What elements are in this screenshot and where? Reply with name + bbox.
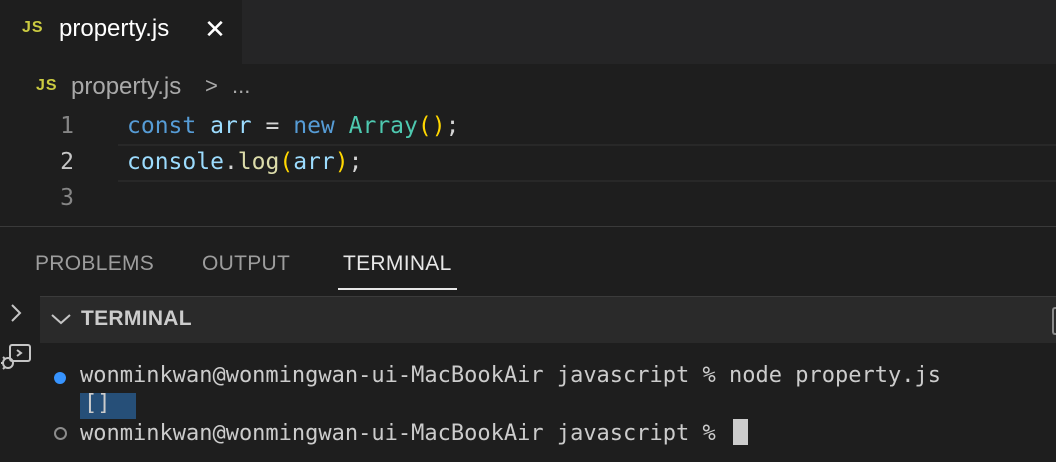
code-token: new [293,113,335,139]
code-token: ( [417,113,432,139]
code-token: const [127,113,197,139]
terminal-prompt-line[interactable]: wonminkwan@wonmingwan-ui-MacBookAir java… [80,419,749,446]
breadcrumb-more[interactable]: ... [232,73,250,99]
code-token: log [237,149,280,175]
terminal-section-header[interactable]: TERMINAL [40,296,1056,343]
code-token: ( [279,149,294,175]
code-token: = [265,113,280,139]
editor-tab-bar: JS property.js ✕ [0,0,1056,64]
js-file-icon: JS [36,77,58,94]
line-number: 1 [60,113,74,139]
panel-tab-bar: PROBLEMS OUTPUT TERMINAL [0,227,1056,295]
split-terminal-icon[interactable] [1052,307,1056,335]
debug-console-icon[interactable] [0,341,32,373]
terminal-line: wonminkwan@wonmingwan-ui-MacBookAir java… [80,363,941,388]
code-token: ) [431,113,446,139]
code-line[interactable]: 3 [0,180,1056,216]
tab-property-js[interactable]: JS property.js ✕ [0,0,242,64]
breadcrumb-separator: > [205,73,218,98]
command-success-icon[interactable] [54,372,66,384]
code-token: ; [445,113,460,139]
terminal-output[interactable]: wonminkwan@wonmingwan-ui-MacBookAir java… [40,343,1056,462]
code-token: arr [210,113,252,139]
code-token: Array [348,113,418,139]
code-token: ; [348,149,363,175]
code-text: console.log(arr); [127,144,362,180]
code-text: const arr = new Array(); [127,108,459,144]
command-pending-icon[interactable] [54,427,67,440]
code-token: arr [293,149,335,175]
terminal-line: [] [84,391,111,416]
chevron-right-icon[interactable] [6,301,26,325]
terminal-cursor [733,419,749,445]
tab-terminal[interactable]: TERMINAL [343,252,452,276]
terminal-prompt: wonminkwan@wonmingwan-ui-MacBookAir java… [80,421,730,446]
line-number: 2 [60,149,74,175]
tab-output[interactable]: OUTPUT [202,252,290,276]
code-token: console [127,149,224,175]
breadcrumb: JS property.js > ... [0,64,1056,110]
code-editor[interactable]: 1 const arr = new Array(); 2 console.log… [0,108,1056,226]
chevron-down-icon[interactable] [50,311,72,327]
js-file-icon: JS [22,19,44,36]
terminal-title: TERMINAL [81,307,192,330]
tab-problems[interactable]: PROBLEMS [35,252,154,276]
breadcrumb-file[interactable]: property.js [71,73,181,101]
panel-side-strip [0,295,40,462]
code-token: . [223,149,238,175]
line-number: 3 [60,185,74,211]
tab-label: property.js [59,15,170,42]
close-icon[interactable]: ✕ [203,14,227,44]
code-line[interactable]: 2 console.log(arr); [0,144,1056,180]
code-token: ) [334,149,349,175]
code-line[interactable]: 1 const arr = new Array(); [0,108,1056,144]
active-tab-indicator [338,288,457,290]
